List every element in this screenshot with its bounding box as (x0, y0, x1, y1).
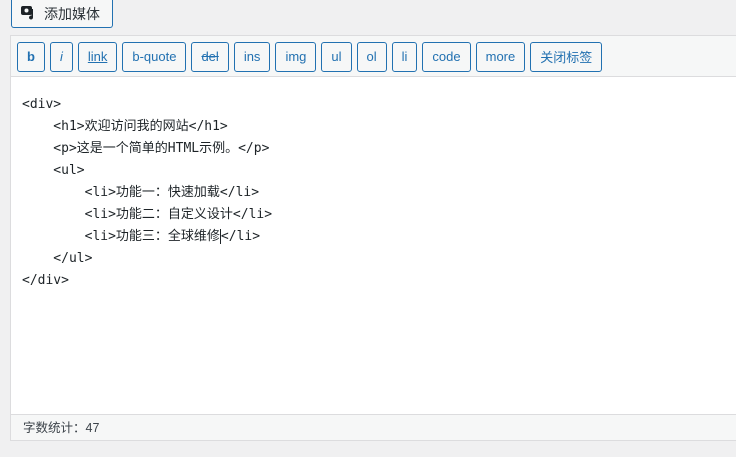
code-line: </ul> (22, 248, 736, 270)
text-editor: b i link b-quote del ins img ul ol li code more 关闭标签… (10, 35, 736, 441)
code-line: <ul> (22, 160, 736, 182)
qt-button-code[interactable]: code (422, 41, 471, 72)
qt-button-b[interactable]: b (17, 41, 45, 72)
code-text: <li>功能二：自定义设计</li> (22, 207, 273, 222)
code-text: <p>这是一个简单的HTML示例。</p> (22, 141, 270, 156)
qt-button-li[interactable]: li (391, 41, 418, 72)
add-media-label: 添加媒体 (44, 5, 100, 22)
code-text: <h1>欢迎访问我的网站</h1> (22, 119, 228, 134)
qt-button-b-quote[interactable]: b-quote (122, 41, 187, 72)
add-media-button[interactable]: 添加媒体 (11, 0, 113, 28)
code-text: </li> (220, 229, 261, 244)
qt-button-ol[interactable]: ol (356, 41, 387, 72)
qt-button-link[interactable]: link (77, 41, 118, 72)
code-line: <div> (22, 94, 736, 116)
code-line: </div> (22, 270, 736, 292)
code-line: <li>功能二：自定义设计</li> (22, 204, 736, 226)
code-line: <h1>欢迎访问我的网站</h1> (22, 116, 736, 138)
code-text: <div> (22, 97, 62, 112)
qt-button-i[interactable]: i (49, 41, 73, 72)
qt-button-ins[interactable]: ins (233, 41, 271, 72)
qt-button-del[interactable]: del (191, 41, 229, 72)
code-line: <li>功能一：快速加载</li> (22, 182, 736, 204)
quicktags-toolbar: b i link b-quote del ins img ul ol li code more 关闭标签 (11, 36, 736, 77)
code-text: <li>功能一：快速加载</li> (22, 185, 260, 200)
code-text: <li>功能三：全球维修 (22, 229, 220, 244)
qt-button-ul[interactable]: ul (321, 41, 352, 72)
editor-textarea[interactable]: <div> <h1>欢迎访问我的网站</h1> <p>这是一个简单的HTML示例… (11, 77, 736, 415)
code-text: </ul> (22, 251, 93, 266)
qt-button-more[interactable]: more (475, 41, 526, 72)
media-icon (20, 3, 38, 24)
code-text: <ul> (22, 163, 85, 178)
qt-button-close[interactable]: 关闭标签 (530, 41, 603, 72)
code-line: <li>功能三：全球维修</li> (22, 226, 736, 248)
code-line: <p>这是一个简单的HTML示例。</p> (22, 138, 736, 160)
word-count: 字数统计：47 (11, 414, 736, 440)
qt-button-img[interactable]: img (275, 41, 317, 72)
code-text: </div> (22, 273, 69, 288)
